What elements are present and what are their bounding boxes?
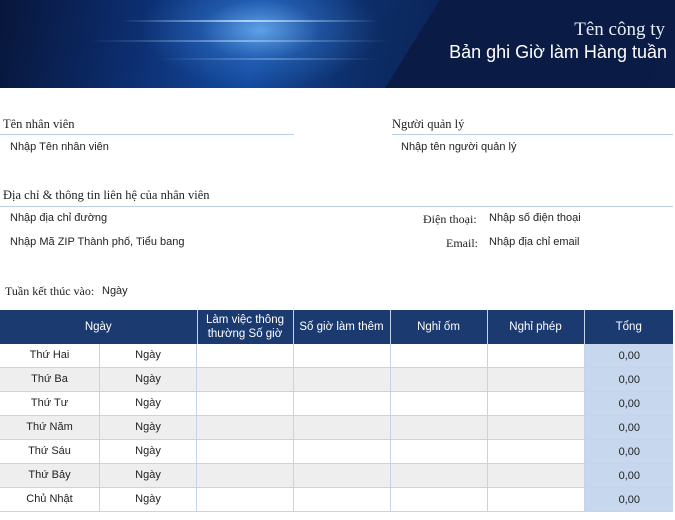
vacation-cell[interactable]: [487, 344, 585, 368]
date-cell[interactable]: Ngày: [100, 344, 197, 367]
manager-field[interactable]: Nhập tên người quản lý: [401, 141, 516, 153]
header-day: Ngày: [0, 310, 198, 344]
vacation-cell[interactable]: [487, 415, 585, 440]
sick-cell[interactable]: [390, 367, 488, 392]
employee-name-label: Tên nhân viên: [3, 117, 75, 131]
vacation-cell[interactable]: [487, 367, 585, 392]
sick-cell[interactable]: [390, 344, 488, 368]
total-cell: 0,00: [584, 391, 673, 416]
day-date-cell: Thứ Hai Ngày: [0, 344, 197, 368]
phone-field[interactable]: Nhập số điện thoại: [489, 212, 581, 224]
company-name[interactable]: Tên công ty: [574, 19, 665, 41]
day-date-cell: Thứ Năm Ngày: [0, 415, 197, 440]
overtime-cell[interactable]: [293, 487, 391, 512]
date-cell[interactable]: Ngày: [100, 464, 197, 487]
city-state-zip-field[interactable]: Nhập Mã ZIP Thành phố, Tiểu bang: [10, 236, 185, 248]
regular-hours-cell[interactable]: [197, 415, 294, 440]
overtime-cell[interactable]: [293, 367, 391, 392]
header-total: Tổng: [584, 310, 673, 344]
vacation-cell[interactable]: [487, 463, 585, 488]
day-cell: Thứ Tư: [0, 392, 100, 415]
banner-glow: [140, 0, 380, 88]
day-date-cell: Chủ Nhật Ngày: [0, 487, 197, 512]
week-ending-label: Tuần kết thúc vào:: [5, 284, 95, 298]
banner-streak: [160, 58, 380, 60]
total-cell: 0,00: [584, 439, 673, 464]
header-banner: Tên công ty Bản ghi Giờ làm Hàng tuần: [0, 0, 675, 88]
day-cell: Thứ Năm: [0, 416, 100, 439]
regular-hours-cell[interactable]: [197, 487, 294, 512]
table-row: Thứ Bảy Ngày 0,00: [0, 463, 673, 488]
street-address-field[interactable]: Nhập địa chỉ đường: [10, 212, 107, 224]
table-row: Thứ Năm Ngày 0,00: [0, 415, 673, 440]
day-cell: Thứ Ba: [0, 368, 100, 391]
sick-cell[interactable]: [390, 391, 488, 416]
vacation-cell[interactable]: [487, 391, 585, 416]
email-field[interactable]: Nhập địa chỉ email: [489, 236, 580, 248]
header-regular-hours: Làm việc thông thường Số giờ: [197, 310, 294, 344]
banner-streak: [120, 20, 380, 22]
header-overtime: Số giờ làm thêm: [293, 310, 391, 344]
total-cell: 0,00: [584, 487, 673, 512]
week-ending-field[interactable]: Ngày: [102, 285, 128, 297]
day-cell: Thứ Bảy: [0, 464, 100, 487]
day-date-cell: Thứ Bảy Ngày: [0, 463, 197, 488]
overtime-cell[interactable]: [293, 391, 391, 416]
vacation-cell[interactable]: [487, 439, 585, 464]
employee-name-field[interactable]: Nhập Tên nhân viên: [10, 141, 109, 153]
table-row: Thứ Sáu Ngày 0,00: [0, 439, 673, 464]
date-cell[interactable]: Ngày: [100, 416, 197, 439]
header-sick: Nghỉ ốm: [390, 310, 488, 344]
table-row: Thứ Ba Ngày 0,00: [0, 367, 673, 392]
divider: [392, 134, 673, 135]
regular-hours-cell[interactable]: [197, 463, 294, 488]
address-section-label: Địa chỉ & thông tin liên hệ của nhân viê…: [3, 188, 210, 202]
date-cell[interactable]: Ngày: [100, 440, 197, 463]
divider: [0, 134, 294, 135]
day-cell: Chủ Nhật: [0, 488, 100, 511]
sick-cell[interactable]: [390, 463, 488, 488]
document-title[interactable]: Bản ghi Giờ làm Hàng tuần: [449, 42, 667, 63]
overtime-cell[interactable]: [293, 344, 391, 368]
day-date-cell: Thứ Ba Ngày: [0, 367, 197, 392]
table-row: Thứ Tư Ngày 0,00: [0, 391, 673, 416]
regular-hours-cell[interactable]: [197, 439, 294, 464]
day-cell: Thứ Sáu: [0, 440, 100, 463]
table-row: Chủ Nhật Ngày 0,00: [0, 487, 673, 512]
regular-hours-cell[interactable]: [197, 344, 294, 368]
total-cell: 0,00: [584, 463, 673, 488]
banner-streak: [90, 40, 390, 42]
day-date-cell: Thứ Tư Ngày: [0, 391, 197, 416]
sick-cell[interactable]: [390, 439, 488, 464]
date-cell[interactable]: Ngày: [100, 392, 197, 415]
day-date-cell: Thứ Sáu Ngày: [0, 439, 197, 464]
table-header-row: Ngày Làm việc thông thường Số giờ Số giờ…: [0, 310, 673, 344]
email-label: Email:: [446, 236, 478, 250]
phone-label: Điện thoại:: [423, 212, 477, 226]
regular-hours-cell[interactable]: [197, 391, 294, 416]
vacation-cell[interactable]: [487, 487, 585, 512]
header-vacation: Nghỉ phép: [487, 310, 585, 344]
overtime-cell[interactable]: [293, 463, 391, 488]
date-cell[interactable]: Ngày: [100, 488, 197, 511]
regular-hours-cell[interactable]: [197, 367, 294, 392]
sick-cell[interactable]: [390, 487, 488, 512]
manager-label: Người quản lý: [392, 117, 465, 131]
total-cell: 0,00: [584, 415, 673, 440]
overtime-cell[interactable]: [293, 415, 391, 440]
day-cell: Thứ Hai: [0, 344, 100, 367]
total-cell: 0,00: [584, 367, 673, 392]
timesheet-table: Ngày Làm việc thông thường Số giờ Số giờ…: [0, 310, 673, 512]
overtime-cell[interactable]: [293, 439, 391, 464]
total-cell: 0,00: [584, 344, 673, 368]
sick-cell[interactable]: [390, 415, 488, 440]
table-row: Thứ Hai Ngày 0,00: [0, 344, 673, 368]
date-cell[interactable]: Ngày: [100, 368, 197, 391]
divider: [0, 206, 673, 207]
